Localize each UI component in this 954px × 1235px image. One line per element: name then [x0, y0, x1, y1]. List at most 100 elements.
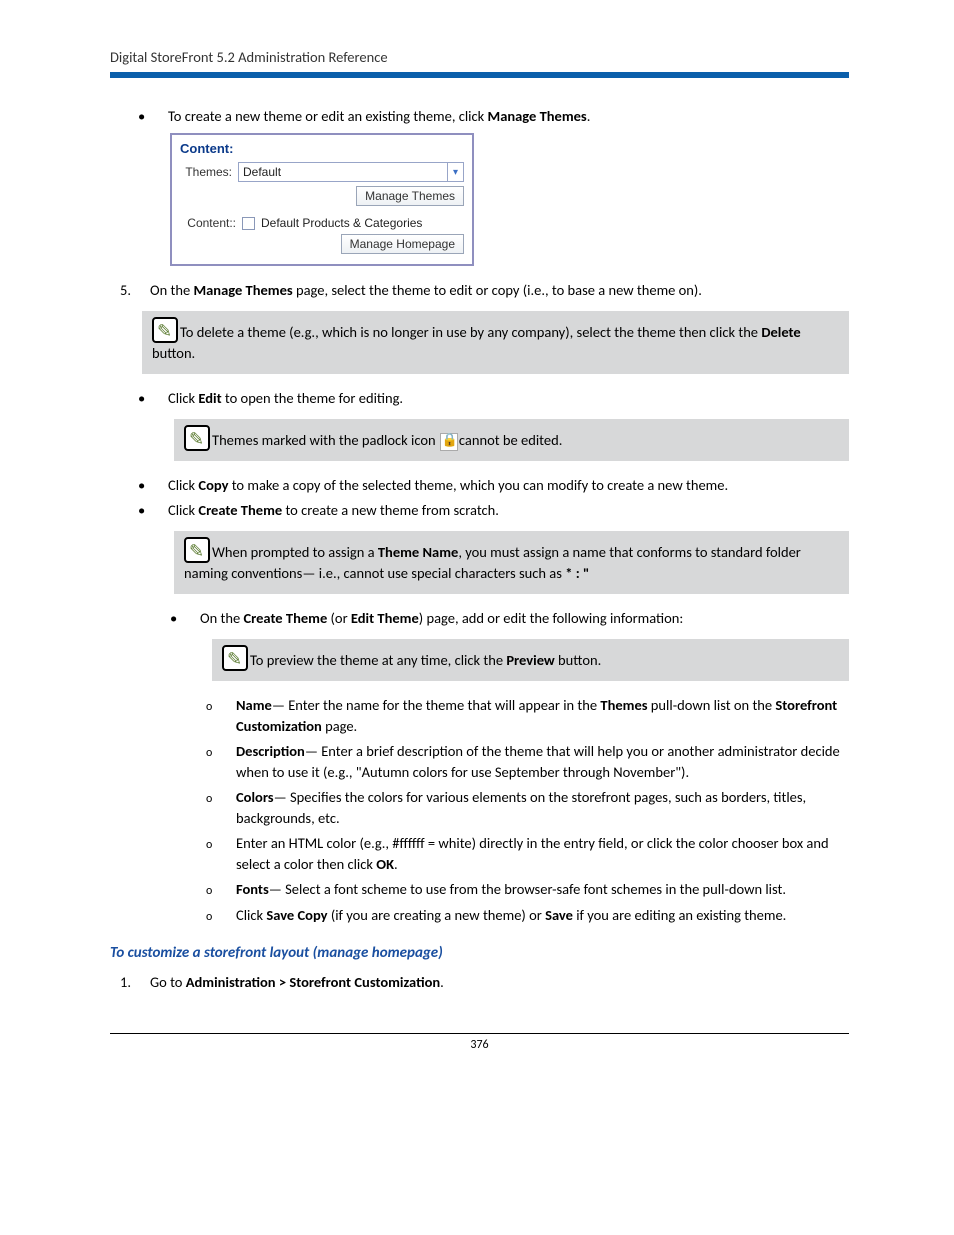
- text: ) page, add or edit the following inform…: [419, 609, 683, 627]
- text: page.: [322, 717, 357, 735]
- text-bold: Colors: [236, 788, 274, 806]
- bullet-on-create-theme-page: On the Create Theme (or Edit Theme) page…: [160, 608, 849, 629]
- text: — Select a font scheme to use from the b…: [269, 880, 786, 898]
- text: .: [440, 973, 444, 991]
- bullet-create-or-edit: To create a new theme or edit an existin…: [128, 106, 849, 127]
- bullet-marker: [128, 475, 168, 496]
- bullet-click-copy: Click Copy to make a copy of the selecte…: [128, 475, 849, 496]
- text: To preview the theme at any time, click …: [250, 651, 506, 669]
- numbered-marker: 5.: [110, 280, 150, 301]
- text: (or: [327, 609, 351, 627]
- circle-marker: [196, 695, 236, 737]
- text-bold: Theme Name: [378, 543, 458, 561]
- text: Click: [236, 906, 266, 924]
- section-customize-layout: To customize a storefront layout (manage…: [110, 944, 849, 962]
- manage-homepage-button[interactable]: Manage Homepage: [341, 234, 464, 254]
- text-bold: Create Theme: [243, 609, 327, 627]
- text-bold: Save Copy: [266, 906, 327, 924]
- note-theme-name: When prompted to assign a Theme Name, yo…: [174, 531, 849, 594]
- text: On the: [200, 609, 243, 627]
- text-bold: Themes: [600, 696, 647, 714]
- themes-label: Themes:: [180, 165, 238, 179]
- padlock-icon: [440, 433, 458, 451]
- circle-marker: [196, 833, 236, 875]
- text: pull-down list on the: [648, 696, 776, 714]
- text: — Enter a brief description of the theme…: [236, 742, 840, 781]
- text: button.: [152, 344, 195, 362]
- sub-fonts: Fonts— Select a font scheme to use from …: [196, 879, 849, 900]
- circle-marker: [196, 905, 236, 926]
- note-padlock: Themes marked with the padlock icon cann…: [174, 419, 849, 461]
- default-products-label: Default Products & Categories: [261, 216, 422, 230]
- pencil-icon: [152, 317, 178, 343]
- note-preview: To preview the theme at any time, click …: [212, 639, 849, 681]
- text: .: [394, 855, 398, 873]
- step-1-admin: 1. Go to Administration > Storefront Cus…: [110, 972, 849, 993]
- bullet-marker: [160, 608, 200, 629]
- text: To delete a theme (e.g., which is no lon…: [180, 323, 761, 341]
- text-bold: Manage Themes: [488, 107, 587, 125]
- bullet-create-theme: Click Create Theme to create a new theme…: [128, 500, 849, 521]
- text: Click: [168, 389, 198, 407]
- text: Click: [168, 501, 198, 519]
- sub-htmlcolor: Enter an HTML color (e.g., #ffffff = whi…: [196, 833, 849, 875]
- text-bold: Delete: [761, 323, 800, 341]
- manage-themes-button[interactable]: Manage Themes: [356, 186, 464, 206]
- text: if you are editing an existing theme.: [573, 906, 786, 924]
- text-bold: Fonts: [236, 880, 269, 898]
- page-header-title: Digital StoreFront 5.2 Administration Re…: [110, 48, 849, 66]
- text: .: [587, 107, 591, 125]
- text-bold: OK: [376, 855, 394, 873]
- step-5: 5. On the Manage Themes page, select the…: [110, 280, 849, 301]
- bullet-marker: [128, 388, 168, 409]
- page-footer: 376: [110, 1033, 849, 1052]
- text-bold: Edit Theme: [351, 609, 419, 627]
- sub-colors: Colors— Specifies the colors for various…: [196, 787, 849, 829]
- circle-marker: [196, 741, 236, 783]
- text: (if you are creating a new theme) or: [328, 906, 546, 924]
- text: On the: [150, 281, 193, 299]
- text-bold: Edit: [198, 389, 221, 407]
- text-bold: Save: [545, 906, 573, 924]
- text: to make a copy of the selected theme, wh…: [228, 476, 728, 494]
- text: Themes marked with the padlock icon: [212, 431, 439, 449]
- default-products-checkbox[interactable]: [242, 217, 255, 230]
- note-delete-theme: To delete a theme (e.g., which is no lon…: [142, 311, 849, 374]
- pencil-icon: [222, 645, 248, 671]
- text: Enter an HTML color (e.g., #ffffff = whi…: [236, 834, 829, 873]
- themes-select-value: Default: [243, 165, 281, 179]
- bullet-click-edit: Click Edit to open the theme for editing…: [128, 388, 849, 409]
- text: page, select the theme to edit or copy (…: [293, 281, 702, 299]
- bullet-marker: [128, 106, 168, 127]
- text: — Specifies the colors for various eleme…: [236, 788, 806, 827]
- sub-description: Description— Enter a brief description o…: [196, 741, 849, 783]
- content-panel-screenshot: Content: Themes: Default ▾ Manage Themes…: [170, 133, 474, 266]
- sub-name: Name— Enter the name for the theme that …: [196, 695, 849, 737]
- text: to create a new theme from scratch.: [282, 501, 499, 519]
- text: To create a new theme or edit an existin…: [168, 107, 488, 125]
- text-bold: * : ": [565, 564, 589, 582]
- circle-marker: [196, 879, 236, 900]
- content-label: Content::: [180, 216, 242, 230]
- numbered-marker: 1.: [110, 972, 150, 993]
- text-bold: Administration > Storefront Customizatio…: [186, 973, 440, 991]
- text: Go to: [150, 973, 186, 991]
- text-bold: Name: [236, 696, 272, 714]
- chevron-down-icon[interactable]: ▾: [447, 163, 463, 181]
- text-bold: Create Theme: [198, 501, 282, 519]
- text-bold: Copy: [198, 476, 228, 494]
- text: cannot be edited.: [459, 431, 562, 449]
- themes-select[interactable]: Default ▾: [238, 162, 464, 182]
- pencil-icon: [184, 425, 210, 451]
- header-rule: [110, 72, 849, 78]
- sub-save: Click Save Copy (if you are creating a n…: [196, 905, 849, 926]
- bullet-marker: [128, 500, 168, 521]
- text-bold: Description: [236, 742, 305, 760]
- pencil-icon: [184, 537, 210, 563]
- text-bold: Manage Themes: [193, 281, 292, 299]
- text: button.: [555, 651, 602, 669]
- text-bold: Preview: [506, 651, 554, 669]
- page-number: 376: [470, 1038, 488, 1052]
- text: to open the theme for editing.: [222, 389, 403, 407]
- content-panel-title: Content:: [180, 141, 464, 156]
